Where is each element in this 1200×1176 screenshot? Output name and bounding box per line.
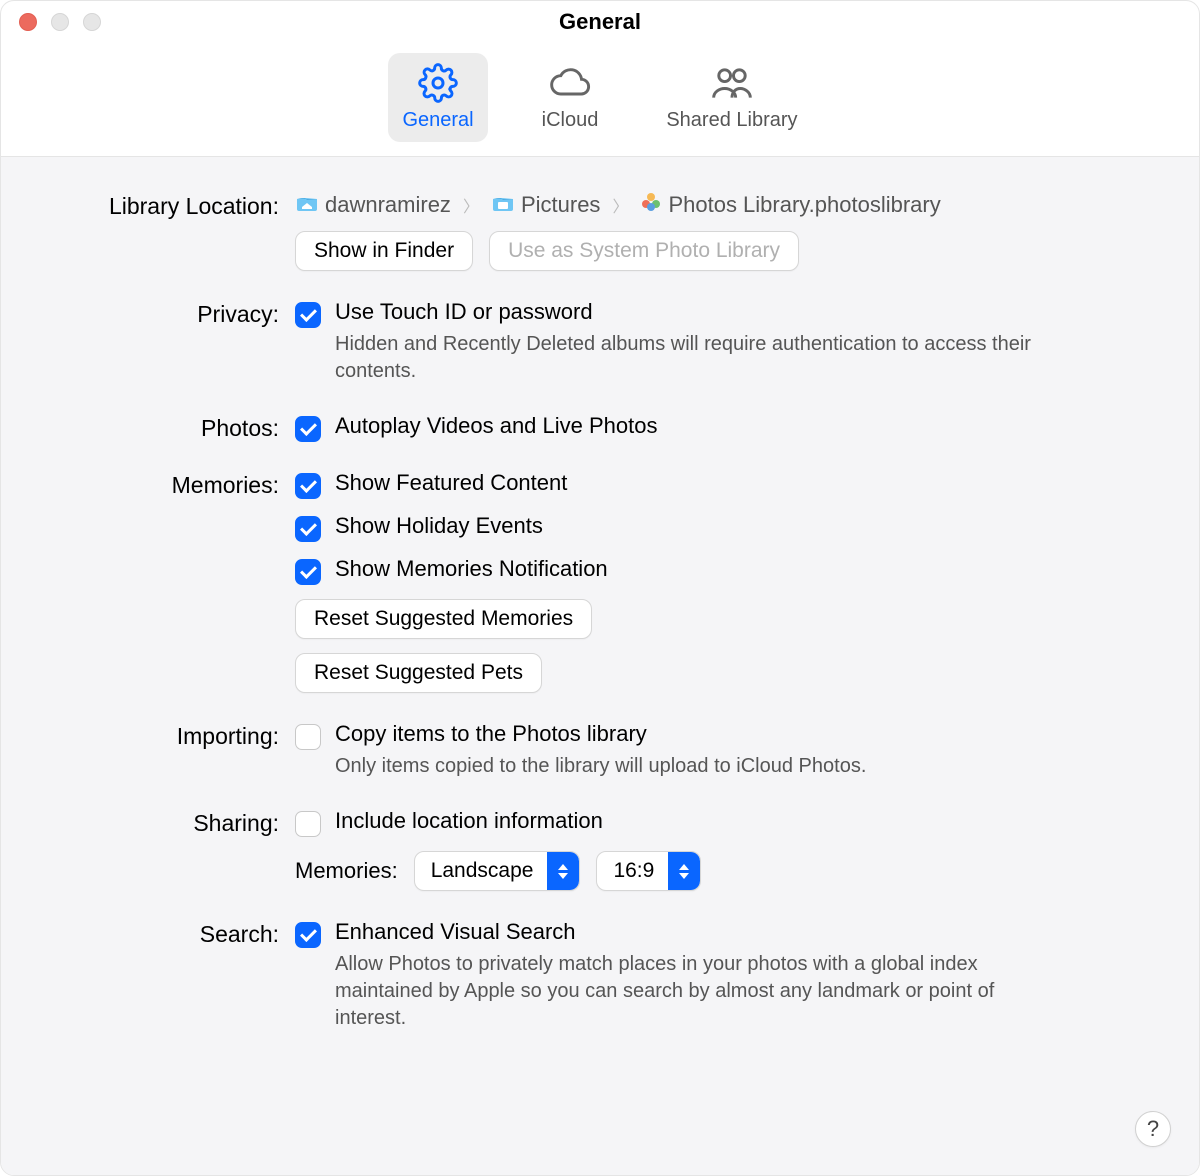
people-icon (709, 63, 755, 103)
tab-icloud[interactable]: iCloud (528, 53, 613, 142)
cloud-icon (547, 63, 593, 103)
reset-suggested-pets-button[interactable]: Reset Suggested Pets (295, 653, 542, 693)
titlebar: General (1, 1, 1199, 43)
library-path-breadcrumb: dawnramirez 〉 Pictures 〉 Photo (295, 191, 1145, 219)
help-button[interactable]: ? (1135, 1111, 1171, 1147)
privacy-description: Hidden and Recently Deleted albums will … (335, 331, 1035, 385)
enhanced-visual-search-label: Enhanced Visual Search (335, 919, 1035, 945)
enhanced-visual-search-checkbox[interactable] (295, 922, 321, 948)
show-memories-notification-label: Show Memories Notification (335, 556, 608, 582)
breadcrumb-library-file[interactable]: Photos Library.photoslibrary (640, 191, 940, 219)
use-as-system-photo-library-button: Use as System Photo Library (489, 231, 799, 271)
tab-general[interactable]: General (388, 53, 487, 142)
reset-suggested-memories-button[interactable]: Reset Suggested Memories (295, 599, 592, 639)
show-featured-content-label: Show Featured Content (335, 470, 567, 496)
gear-icon (415, 63, 461, 103)
settings-window: General General iCloud Shared Library Li… (0, 0, 1200, 1176)
copy-items-checkbox[interactable] (295, 724, 321, 750)
autoplay-checkbox[interactable] (295, 416, 321, 442)
chevron-right-icon: 〉 (612, 193, 628, 217)
memories-label: Memories: (55, 470, 295, 499)
show-holiday-events-label: Show Holiday Events (335, 513, 543, 539)
memories-row: Memories: Show Featured Content Show Hol… (55, 470, 1145, 693)
autoplay-checkbox-label: Autoplay Videos and Live Photos (335, 413, 658, 439)
settings-toolbar: General iCloud Shared Library (1, 43, 1199, 157)
tab-shared-library[interactable]: Shared Library (652, 53, 811, 142)
tab-general-label: General (402, 109, 473, 132)
home-folder-icon (295, 192, 319, 218)
breadcrumb-home[interactable]: dawnramirez (295, 192, 451, 218)
library-location-row: Library Location: dawnramirez 〉 Pic (55, 191, 1145, 271)
orientation-select-value: Landscape (415, 859, 548, 883)
aspect-select[interactable]: 16:9 (596, 851, 701, 891)
pictures-folder-icon (491, 192, 515, 218)
tab-icloud-label: iCloud (542, 109, 599, 132)
search-description: Allow Photos to privately match places i… (335, 951, 1035, 1032)
include-location-checkbox-label: Include location information (335, 808, 603, 834)
photos-row: Photos: Autoplay Videos and Live Photos (55, 413, 1145, 442)
window-title: General (1, 9, 1199, 35)
show-featured-content-checkbox[interactable] (295, 473, 321, 499)
privacy-label: Privacy: (55, 299, 295, 328)
sharing-label: Sharing: (55, 808, 295, 837)
tab-shared-library-label: Shared Library (666, 109, 797, 132)
show-in-finder-button[interactable]: Show in Finder (295, 231, 473, 271)
memories-sublabel: Memories: (295, 858, 398, 884)
include-location-checkbox[interactable] (295, 811, 321, 837)
orientation-select[interactable]: Landscape (414, 851, 581, 891)
select-stepper-icon (668, 852, 700, 890)
close-window-button[interactable] (19, 13, 37, 31)
touch-id-checkbox-label: Use Touch ID or password (335, 299, 1035, 325)
minimize-window-button[interactable] (51, 13, 69, 31)
importing-description: Only items copied to the library will up… (335, 753, 866, 780)
importing-row: Importing: Copy items to the Photos libr… (55, 721, 1145, 780)
chevron-right-icon: 〉 (463, 193, 479, 217)
show-memories-notification-checkbox[interactable] (295, 559, 321, 585)
select-stepper-icon (547, 852, 579, 890)
sharing-row: Sharing: Include location information Me… (55, 808, 1145, 891)
aspect-select-value: 16:9 (597, 859, 668, 883)
content-pane: Library Location: dawnramirez 〉 Pic (1, 157, 1199, 1175)
photos-label: Photos: (55, 413, 295, 442)
search-row: Search: Enhanced Visual Search Allow Pho… (55, 919, 1145, 1032)
traffic-lights (19, 13, 101, 31)
breadcrumb-pictures[interactable]: Pictures (491, 192, 600, 218)
importing-label: Importing: (55, 721, 295, 750)
fullscreen-window-button[interactable] (83, 13, 101, 31)
touch-id-checkbox[interactable] (295, 302, 321, 328)
privacy-row: Privacy: Use Touch ID or password Hidden… (55, 299, 1145, 385)
show-holiday-events-checkbox[interactable] (295, 516, 321, 542)
photos-library-icon (640, 191, 662, 219)
copy-items-checkbox-label: Copy items to the Photos library (335, 721, 866, 747)
search-label: Search: (55, 919, 295, 948)
library-location-label: Library Location: (55, 191, 295, 220)
